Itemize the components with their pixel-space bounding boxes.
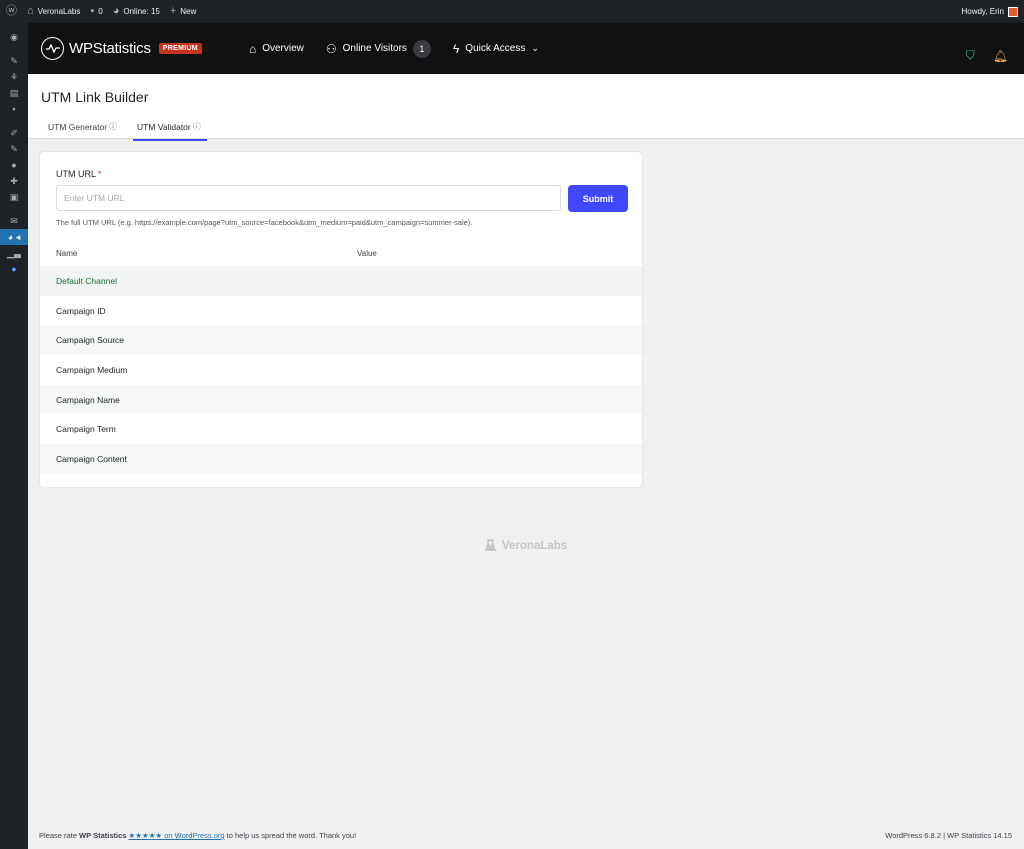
pin-icon[interactable]: ✎	[0, 53, 28, 69]
logo-text: WPStatistics	[69, 40, 151, 57]
lightning-icon: ϟ	[452, 41, 460, 56]
veronalabs-logo-icon	[485, 539, 496, 551]
media-icon[interactable]: ⚘	[0, 69, 28, 85]
utm-url-label: UTM URL *	[56, 169, 102, 179]
nav-overview[interactable]: ⌂ Overview	[249, 42, 304, 56]
play-icon[interactable]: ●	[0, 261, 28, 277]
user-account-menu[interactable]: Howdy, Erin	[961, 6, 1018, 17]
rating-stars-icon: ★★★★★	[128, 831, 163, 840]
info-icon: ⓘ	[109, 122, 118, 131]
pages-icon[interactable]: ▤	[0, 85, 28, 101]
premium-badge: PREMIUM	[158, 43, 202, 54]
shield-icon[interactable]: ⛉	[966, 48, 975, 63]
footer-version: WordPress 6.8.2 | WP Statistics 14.15	[885, 831, 1012, 840]
table-row: Campaign Content	[40, 444, 642, 474]
admin-footer: Please rate WP Statistics ★★★★★ on WordP…	[39, 831, 1012, 840]
comment-icon: ▪	[90, 5, 95, 17]
table-row: Campaign Source	[40, 325, 642, 356]
home-icon: ⌂	[248, 41, 257, 56]
row-name: Campaign Medium	[56, 364, 128, 375]
pulse-logo-icon	[41, 37, 64, 60]
online-users-link[interactable]: ◕ Online: 15	[113, 6, 160, 17]
required-mark: *	[98, 169, 102, 179]
plus-icon: +	[169, 5, 177, 17]
mail-icon[interactable]: ✉	[0, 213, 28, 229]
table-row: Default Channel	[40, 266, 642, 296]
info-icon: ⓘ	[192, 122, 201, 131]
column-header-name: Name	[56, 249, 78, 258]
table-row: Campaign Medium	[40, 355, 642, 385]
online-count-badge: 1	[412, 39, 431, 58]
plugin-header: WPStatistics PREMIUM ⌂ Overview ⚇ Online…	[28, 23, 1024, 74]
nav-online-visitors[interactable]: ⚇ Online Visitors 1	[325, 39, 431, 58]
page-title: UTM Link Builder	[41, 89, 149, 105]
tab-utm-validator[interactable]: UTM Validator ⓘ	[130, 121, 208, 141]
analytics-icon[interactable]: ▁▃	[0, 245, 28, 261]
statistics-icon[interactable]: ◕ ◂	[0, 229, 28, 245]
users-icon[interactable]: ●	[0, 157, 28, 173]
header-nav: ⌂ Overview ⚇ Online Visitors 1 ϟ Quick A…	[249, 39, 539, 58]
users-icon: ⚇	[325, 41, 337, 56]
table-row: Campaign Term	[40, 414, 642, 444]
table-body: Default Channel Campaign ID Campaign Sou…	[40, 266, 642, 474]
utm-url-hint: The full UTM URL (e.g. https://example.c…	[56, 218, 473, 227]
tools-icon[interactable]: ✚	[0, 173, 28, 189]
row-name: Campaign Term	[56, 424, 116, 435]
chevron-down-icon: ⌄	[531, 43, 539, 53]
admin-sidebar: ◉ ✎ ⚘ ▤ ▪ ✐ ✎ ● ✚ ▣ ✉ ◕ ◂ ▁▃ ●	[0, 23, 28, 849]
comments-link[interactable]: ▪ 0	[90, 6, 102, 17]
tab-utm-generator[interactable]: UTM Generator ⓘ	[41, 121, 124, 140]
table-header: Name Value	[56, 249, 626, 258]
tab-bar: UTM Generator ⓘ UTM Validator ⓘ	[41, 121, 208, 141]
page-head: UTM Link Builder UTM Generator ⓘ UTM Val…	[28, 74, 1024, 141]
row-name: Default Channel	[56, 275, 117, 286]
new-content-link[interactable]: + New	[170, 6, 196, 17]
table-row: Campaign ID	[40, 296, 642, 326]
comments-icon[interactable]: ▪	[0, 101, 28, 117]
footer-rating-text: Please rate WP Statistics ★★★★★ on WordP…	[39, 831, 357, 840]
appearance-icon[interactable]: ✐	[0, 125, 28, 141]
rate-plugin-link[interactable]: ★★★★★ on WordPress.org	[129, 831, 225, 840]
wp-statistics-logo[interactable]: WPStatistics PREMIUM	[41, 37, 202, 60]
table-row: Campaign Name	[40, 384, 642, 415]
wordpress-logo-icon[interactable]: ⓦ	[6, 6, 17, 17]
row-name: Campaign ID	[56, 305, 106, 316]
row-name: Campaign Name	[56, 394, 120, 405]
admin-bar: ⓦ ⌂ VeronaLabs ▪ 0 ◕ Online: 15 + New Howdy,…	[0, 0, 1024, 23]
veronalabs-brand[interactable]: VeronaLabs	[484, 539, 567, 552]
settings-icon[interactable]: ▣	[0, 189, 28, 205]
submit-button[interactable]: Submit	[568, 185, 628, 212]
home-icon: ⌂	[27, 5, 34, 17]
nav-quick-access[interactable]: ϟ Quick Access ⌄	[453, 42, 539, 56]
dashboard-icon[interactable]: ◉	[0, 29, 28, 45]
bell-icon[interactable]: 🔔︎	[993, 49, 1008, 63]
column-header-value: Value	[357, 249, 377, 258]
chart-icon: ◕	[112, 5, 120, 17]
avatar	[1008, 6, 1018, 17]
plugins-icon[interactable]: ✎	[0, 141, 28, 157]
utm-validator-card: UTM URL* Submit The full UTM URL (e.g. h…	[39, 151, 643, 488]
site-name-link[interactable]: ⌂ VeronaLabs	[27, 6, 80, 17]
row-name: Campaign Content	[56, 453, 127, 464]
utm-url-input[interactable]	[56, 185, 561, 211]
row-name: Campaign Source	[56, 335, 125, 346]
